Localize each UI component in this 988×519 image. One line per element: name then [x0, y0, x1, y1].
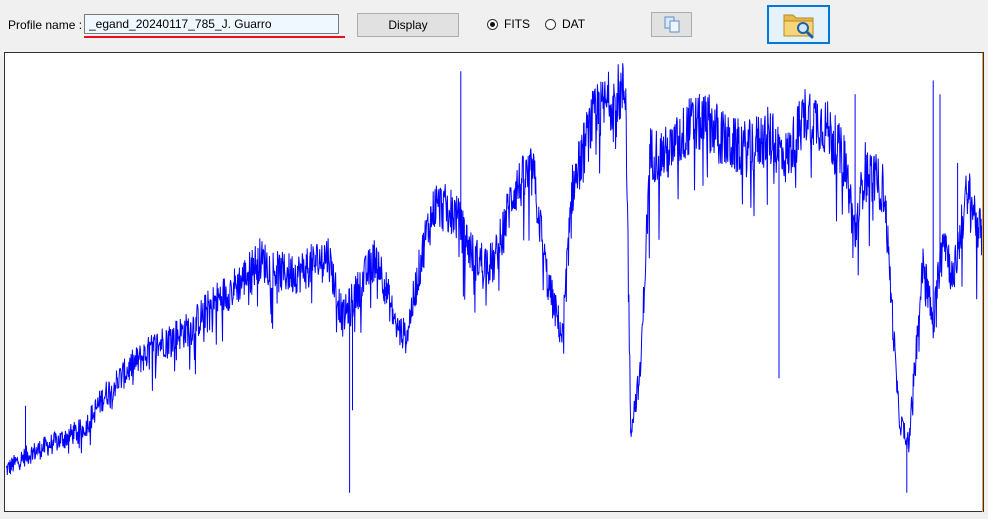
spellcheck-underline: [84, 36, 345, 38]
profile-name-label: Profile name :: [8, 18, 83, 32]
spectrum-line: [5, 63, 983, 476]
dat-radio[interactable]: DAT: [545, 16, 585, 32]
copy-icon: [664, 16, 680, 33]
plot-right-edge: [982, 53, 983, 512]
fits-radio[interactable]: FITS: [487, 16, 530, 32]
spectrum-chart-svg: [5, 63, 983, 493]
dat-radio-indicator: [545, 18, 556, 30]
profile-name-input[interactable]: [84, 14, 339, 34]
fits-radio-indicator: [487, 18, 498, 30]
fits-radio-label: FITS: [504, 17, 530, 31]
dat-radio-label: DAT: [562, 17, 586, 31]
folder-search-icon: [783, 14, 814, 39]
spectrum-plot: [4, 52, 984, 512]
display-button[interactable]: Display: [357, 13, 459, 37]
browse-folder-button[interactable]: [767, 5, 830, 44]
app-window: Profile name : Display FITS DAT: [0, 0, 988, 519]
toolbar: Profile name : Display FITS DAT: [0, 0, 988, 50]
copy-button[interactable]: [651, 12, 692, 37]
